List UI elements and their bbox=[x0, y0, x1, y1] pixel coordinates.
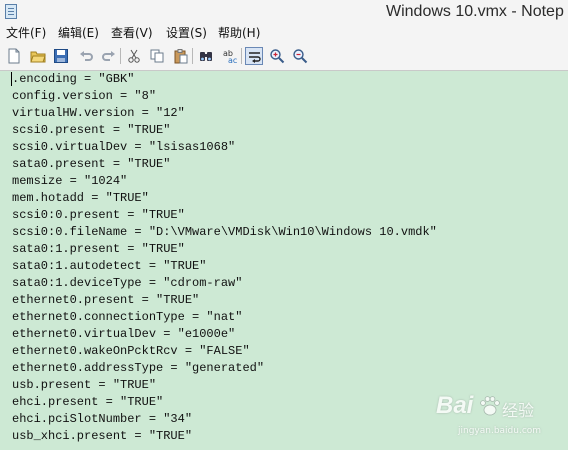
editor-line: ehci.pciSlotNumber = "34" bbox=[12, 412, 193, 426]
editor-line: ethernet0.virtualDev = "e1000e" bbox=[12, 327, 236, 341]
word-wrap-icon[interactable] bbox=[245, 47, 263, 65]
editor-line: sata0.present = "TRUE" bbox=[12, 157, 171, 171]
redo-icon[interactable] bbox=[100, 47, 118, 65]
copy-icon[interactable] bbox=[148, 47, 166, 65]
editor-line: ethernet0.wakeOnPcktRcv = "FALSE" bbox=[12, 344, 250, 358]
editor-line: ethernet0.connectionType = "nat" bbox=[12, 310, 243, 324]
undo-icon[interactable] bbox=[77, 47, 95, 65]
baidu-paw-icon bbox=[480, 396, 500, 416]
menu-view[interactable]: 查看(V) bbox=[111, 25, 153, 42]
editor-line: usb_xhci.present = "TRUE" bbox=[12, 429, 193, 443]
toolbar-separator bbox=[120, 48, 121, 64]
toolbar-separator bbox=[192, 48, 193, 64]
replace-icon[interactable]: ab ac bbox=[221, 47, 239, 65]
editor-line: scsi0:0.fileName = "D:\VMware\VMDisk\Win… bbox=[12, 225, 437, 239]
editor-line: sata0:1.autodetect = "TRUE" bbox=[12, 259, 207, 273]
watermark-logo-text: Bai bbox=[436, 392, 474, 419]
paste-icon[interactable] bbox=[172, 47, 190, 65]
menu-edit[interactable]: 编辑(E) bbox=[58, 25, 99, 42]
notepad-app-icon[interactable] bbox=[5, 4, 17, 19]
zoom-out-icon[interactable] bbox=[291, 47, 309, 65]
new-file-icon[interactable] bbox=[5, 47, 23, 65]
toolbar: ab ac bbox=[0, 43, 568, 71]
editor-line: .encoding = "GBK" bbox=[12, 72, 135, 86]
menu-settings[interactable]: 设置(S) bbox=[166, 25, 207, 42]
open-folder-icon[interactable] bbox=[29, 47, 47, 65]
editor-line: mem.hotadd = "TRUE" bbox=[12, 191, 149, 205]
zoom-in-icon[interactable] bbox=[268, 47, 286, 65]
menu-file[interactable]: 文件(F) bbox=[6, 25, 46, 42]
svg-text:ac: ac bbox=[228, 56, 237, 64]
editor-line: sata0:1.deviceType = "cdrom-raw" bbox=[12, 276, 243, 290]
baidu-jingyan-watermark: Bai 经验 jingyan.baidu.com bbox=[436, 390, 568, 450]
watermark-experience-text: 经验 bbox=[502, 401, 535, 420]
menu-help[interactable]: 帮助(H) bbox=[218, 25, 260, 42]
editor-line: config.version = "8" bbox=[12, 89, 157, 103]
watermark-url: jingyan.baidu.com bbox=[458, 426, 542, 436]
save-icon[interactable] bbox=[52, 47, 70, 65]
cut-icon[interactable] bbox=[125, 47, 143, 65]
editor-line: scsi0.virtualDev = "lsisas1068" bbox=[12, 140, 236, 154]
editor-line: ethernet0.addressType = "generated" bbox=[12, 361, 265, 375]
editor-line: virtualHW.version = "12" bbox=[12, 106, 185, 120]
menu-bar: 文件(F) 编辑(E) 查看(V) 设置(S) 帮助(H) bbox=[0, 24, 568, 43]
editor-line: ethernet0.present = "TRUE" bbox=[12, 293, 200, 307]
toolbar-separator bbox=[241, 48, 242, 64]
editor-line: scsi0:0.present = "TRUE" bbox=[12, 208, 185, 222]
editor-line: usb.present = "TRUE" bbox=[12, 378, 157, 392]
editor-line: memsize = "1024" bbox=[12, 174, 128, 188]
window-title: Windows 10.vmx - Notep bbox=[386, 3, 564, 20]
editor-line: sata0:1.present = "TRUE" bbox=[12, 242, 185, 256]
title-bar[interactable]: Windows 10.vmx - Notep bbox=[0, 0, 568, 25]
notepad-window: Windows 10.vmx - Notep 文件(F) 编辑(E) 查看(V)… bbox=[0, 0, 568, 450]
editor-line: ehci.present = "TRUE" bbox=[12, 395, 164, 409]
editor-line: scsi0.present = "TRUE" bbox=[12, 123, 171, 137]
find-icon[interactable] bbox=[197, 47, 215, 65]
